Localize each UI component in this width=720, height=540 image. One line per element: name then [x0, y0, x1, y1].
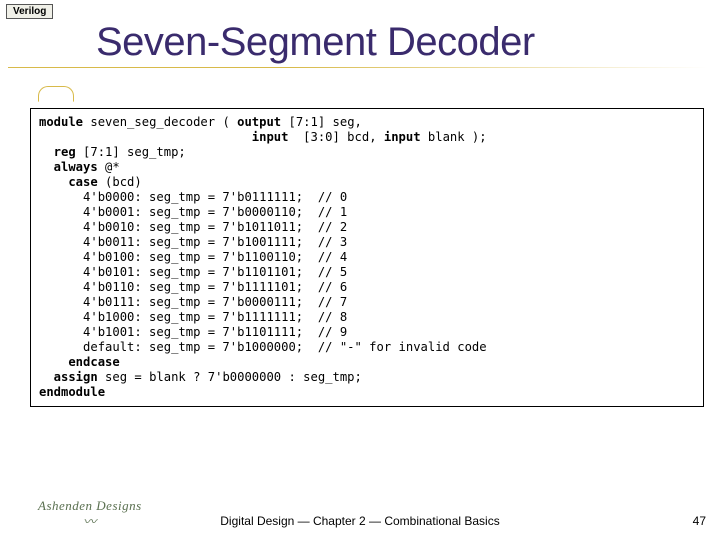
kw-endmodule: endmodule [39, 385, 105, 399]
kw-input: input [384, 130, 421, 144]
case-row: 4'b0101: seg_tmp = 7'b1101101; // 5 [39, 265, 347, 279]
title-underline [8, 67, 708, 68]
kw-input: input [252, 130, 289, 144]
title-accent-bump [38, 86, 74, 102]
code-text: blank ); [421, 130, 487, 144]
code-text: seven_seg_decoder ( [83, 115, 237, 129]
slide-title: Seven-Segment Decoder [96, 20, 535, 64]
footer-caption: Digital Design — Chapter 2 — Combination… [0, 514, 720, 528]
kw-module: module [39, 115, 83, 129]
page-number: 47 [693, 514, 706, 528]
case-row: 4'b0000: seg_tmp = 7'b0111111; // 0 [39, 190, 347, 204]
kw-endcase: endcase [39, 355, 120, 369]
case-row: 4'b0010: seg_tmp = 7'b1011011; // 2 [39, 220, 347, 234]
code-box: module seven_seg_decoder ( output [7:1] … [30, 108, 704, 407]
case-row: 4'b0111: seg_tmp = 7'b0000111; // 7 [39, 295, 347, 309]
code-text: [7:1] seg, [281, 115, 362, 129]
case-row: default: seg_tmp = 7'b1000000; // "-" fo… [39, 340, 487, 354]
code-text: [7:1] seg_tmp; [76, 145, 186, 159]
case-row: 4'b0011: seg_tmp = 7'b1001111; // 3 [39, 235, 347, 249]
code-text: [3:0] bcd, [288, 130, 383, 144]
code-text: (bcd) [98, 175, 142, 189]
code-text: seg = blank ? 7'b0000000 : seg_tmp; [98, 370, 362, 384]
case-row: 4'b1001: seg_tmp = 7'b1101111; // 9 [39, 325, 347, 339]
code-text: @* [98, 160, 120, 174]
language-tab: Verilog [6, 4, 53, 19]
case-row: 4'b0110: seg_tmp = 7'b1111101; // 6 [39, 280, 347, 294]
case-row: 4'b1000: seg_tmp = 7'b1111111; // 8 [39, 310, 347, 324]
kw-assign: assign [39, 370, 98, 384]
code-text [39, 130, 252, 144]
case-row: 4'b0100: seg_tmp = 7'b1100110; // 4 [39, 250, 347, 264]
kw-output: output [237, 115, 281, 129]
title-block: Seven-Segment Decoder [0, 20, 720, 68]
kw-reg: reg [39, 145, 76, 159]
kw-case: case [39, 175, 98, 189]
case-row: 4'b0001: seg_tmp = 7'b0000110; // 1 [39, 205, 347, 219]
kw-always: always [39, 160, 98, 174]
